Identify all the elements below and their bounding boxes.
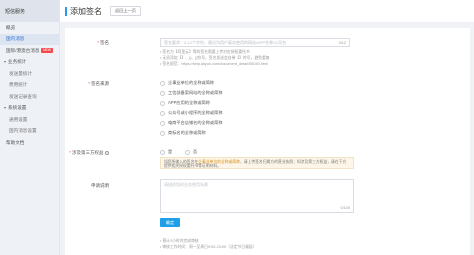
third-party-no[interactable]: 否 xyxy=(185,149,197,155)
info-icon[interactable] xyxy=(105,150,109,155)
radio-icon xyxy=(160,90,165,96)
signature-hint-3: • 签名规范：https://help.aliyun.com/document_… xyxy=(160,62,268,66)
new-badge: NEW xyxy=(41,48,53,54)
application-counter: 0/100 xyxy=(340,206,350,210)
source-option-5[interactable]: 电商平台店铺名的全称或简称 xyxy=(160,120,222,126)
source-option-6[interactable]: 商标名的全称或简称 xyxy=(160,130,206,136)
application-label: 申请说明 xyxy=(65,183,109,189)
sidebar-item-domestic-settings[interactable]: 国内消息设置 xyxy=(0,126,59,138)
source-option-4[interactable]: 公众号或小程序的全称或简称 xyxy=(160,110,222,116)
back-button[interactable]: 返回上一页 xyxy=(110,5,141,17)
radio-icon xyxy=(160,149,165,155)
source-option-1[interactable]: 企事业单位的全称或简称 xyxy=(160,80,214,86)
sidebar-item-label: 费用统计 xyxy=(9,82,28,88)
required-mark: * xyxy=(88,81,90,86)
required-mark: * xyxy=(69,150,71,155)
signature-hint-1: • 签名为【阿里云】等的签名需要上传对应授权委托书 xyxy=(160,50,250,54)
sidebar-group-label: 系统设置 xyxy=(8,105,27,111)
sidebar-item-label: 发送量统计 xyxy=(9,70,32,76)
signature-label: *签名 xyxy=(65,40,109,46)
notice-text: 相关授权委托书等证明材料。 xyxy=(171,163,221,168)
option-label: APP应用的全称或简称 xyxy=(168,100,210,105)
source-option-3[interactable]: APP应用的全称或简称 xyxy=(160,100,210,106)
application-textarea[interactable]: 请描述您的业务使用场景 0/100 xyxy=(160,179,354,213)
radio-icon xyxy=(160,80,165,86)
sidebar-item-label: 通用设置 xyxy=(9,116,28,122)
signature-counter: 0/12 xyxy=(338,40,346,45)
sidebar-item-domestic[interactable]: 国内消息 xyxy=(0,33,59,45)
footer-note-2: • 审核工作时间：周一至周日9:00-23:00（法定节日顺延） xyxy=(160,245,257,249)
sidebar-item-label: 国际/港澳台消息 xyxy=(6,47,40,53)
third-party-label: *涉及第三方权益 xyxy=(65,150,109,156)
option-label: 工信部备案网站的全称或简称 xyxy=(168,90,223,95)
sidebar-item-general-settings[interactable]: 通用设置 xyxy=(0,114,59,126)
source-label: *签名来源 xyxy=(65,81,109,87)
option-label: 电商平台店铺名的全称或简称 xyxy=(168,120,223,125)
chevron-down-icon xyxy=(4,107,6,110)
sidebar: 短信服务 概览 国内消息 国际/港澳台消息 NEW 业务统计 发送量统计 费用统计… xyxy=(0,0,60,255)
footer-note-1: • 预计2小时内完成审核 xyxy=(160,239,199,243)
submit-button[interactable]: 确定 xyxy=(160,218,180,227)
sidebar-group-settings[interactable]: 系统设置 xyxy=(0,103,59,115)
sidebar-item-label: 发送记录查询 xyxy=(9,93,37,99)
signature-label-text: 签名 xyxy=(100,40,109,45)
option-label: 企事业单位的全称或简称 xyxy=(168,80,215,85)
radio-icon xyxy=(160,120,165,126)
form-panel: *签名 签名要求：2-12个字符，建议为用户真实使用的网站/APP名称/公司名 … xyxy=(65,28,470,255)
required-mark: * xyxy=(97,40,99,45)
signature-input[interactable]: 签名要求：2-12个字符，建议为用户真实使用的网站/APP名称/公司名 0/12 xyxy=(160,38,350,47)
sidebar-item-label: 国内消息设置 xyxy=(9,128,37,134)
radio-icon xyxy=(185,149,190,155)
source-option-2[interactable]: 工信部备案网站的全称或简称 xyxy=(160,90,222,96)
sidebar-group-label: 业务统计 xyxy=(8,59,27,65)
title-accent-bar xyxy=(65,6,67,16)
application-placeholder: 请描述您的业务使用场景 xyxy=(164,182,208,187)
sidebar-item-overview[interactable]: 概览 xyxy=(0,22,59,34)
sidebar-item-cost[interactable]: 费用统计 xyxy=(0,80,59,92)
radio-icon xyxy=(160,100,165,106)
sidebar-item-international[interactable]: 国际/港澳台消息 NEW xyxy=(0,45,59,57)
sidebar-item-send-volume[interactable]: 发送量统计 xyxy=(0,68,59,80)
sidebar-item-send-records[interactable]: 发送记录查询 xyxy=(0,91,59,103)
main-content: 添加签名 返回上一页 *签名 签名要求：2-12个字符，建议为用户真实使用的网站… xyxy=(60,0,474,255)
radio-icon xyxy=(160,130,165,136)
third-party-label-text: 涉及第三方权益 xyxy=(72,150,104,155)
application-label-text: 申请说明 xyxy=(91,183,109,188)
chevron-down-icon xyxy=(4,61,6,64)
option-label: 公众号或小程序的全称或简称 xyxy=(168,110,223,115)
source-label-text: 签名来源 xyxy=(91,81,109,86)
page-header: 添加签名 返回上一页 xyxy=(60,0,474,22)
page-title: 添加签名 xyxy=(70,6,102,16)
sidebar-item-help[interactable]: 帮助文档 xyxy=(0,137,59,149)
sidebar-item-label: 概览 xyxy=(6,24,16,30)
sidebar-brand: 短信服务 xyxy=(0,0,59,22)
option-label: 是 xyxy=(168,149,173,154)
signature-placeholder: 签名要求：2-12个字符，建议为用户真实使用的网站/APP名称/公司名 xyxy=(164,39,287,45)
third-party-notice: 如您所输入的签名在企事业单位的全称或简称，请上传签名归属方的营业执照；如涉及第三… xyxy=(160,157,354,169)
radio-icon xyxy=(160,110,165,116)
sidebar-group-statistics[interactable]: 业务统计 xyxy=(0,57,59,69)
third-party-yes[interactable]: 是 xyxy=(160,149,172,155)
option-label: 商标名的全称或简称 xyxy=(168,130,206,135)
sidebar-item-label: 国内消息 xyxy=(6,36,25,42)
sidebar-item-label: 帮助文档 xyxy=(6,139,25,145)
option-label: 否 xyxy=(193,149,198,154)
signature-hint-2: • 无须添加【】、()、[]符号，签名发送会自带【】符号，避免重复 xyxy=(160,56,270,60)
